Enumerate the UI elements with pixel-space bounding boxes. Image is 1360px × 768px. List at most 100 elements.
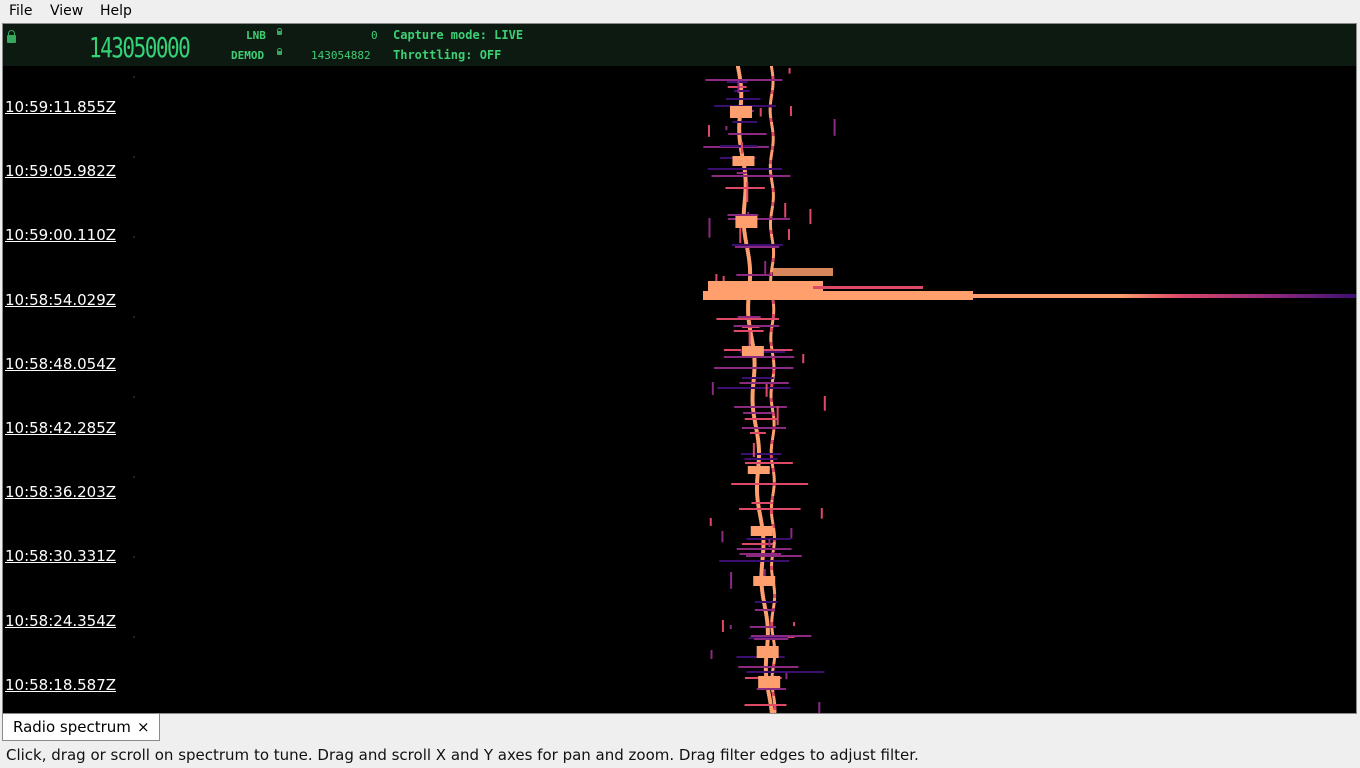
- signal-trace: [772, 430, 776, 432]
- signal-spur: [785, 673, 788, 680]
- time-axis-label[interactable]: 10:58:18.587Z: [5, 676, 116, 694]
- signal-trace: [770, 674, 774, 676]
- signal-trace: [745, 250, 750, 252]
- close-icon[interactable]: ×: [137, 718, 150, 736]
- signal-trace: [743, 180, 748, 182]
- signal-trace: [769, 102, 773, 104]
- signal-trace: [737, 74, 742, 76]
- signal-trace: [752, 420, 757, 422]
- signal-trace: [763, 664, 768, 666]
- signal-spur: [765, 384, 768, 397]
- signal-trace: [742, 228, 747, 230]
- signal-spur: [711, 175, 791, 177]
- signal-trace: [772, 314, 776, 316]
- signal-trace: [771, 194, 775, 196]
- waterfall-display[interactable]: 10:59:11.855Z 10:59:05.982Z 10:59:00.110Z 1…: [3, 66, 1356, 713]
- signal-trace: [772, 362, 776, 364]
- signal-trace: [740, 154, 745, 156]
- signal-spur: [734, 246, 780, 248]
- lock-icon[interactable]: [7, 30, 16, 43]
- signal-trace: [739, 96, 744, 98]
- waterfall-canvas[interactable]: [3, 66, 1356, 713]
- signal-trace: [773, 708, 777, 710]
- signal-trace: [759, 572, 764, 574]
- tab-radio-spectrum[interactable]: Radio spectrum ×: [2, 714, 160, 741]
- main-frequency-display[interactable]: 143050000: [89, 33, 191, 63]
- signal-trace: [770, 630, 774, 632]
- signal-trace: [741, 212, 746, 214]
- time-axis-label[interactable]: 10:58:30.331Z: [5, 547, 116, 565]
- lnb-lock-icon[interactable]: [277, 28, 282, 35]
- signal-trace: [772, 308, 776, 310]
- signal-trace: [770, 460, 774, 462]
- demod-lock-icon[interactable]: [277, 48, 282, 55]
- signal-trace: [757, 510, 762, 512]
- lnb-value[interactable]: 0: [371, 29, 378, 42]
- signal-trace: [772, 660, 776, 662]
- signal-trace: [750, 396, 755, 398]
- signal-trace: [763, 668, 768, 670]
- signal-trace: [769, 214, 773, 216]
- signal-trace: [737, 126, 742, 128]
- signal-trace: [771, 192, 775, 194]
- signal-burst: [813, 286, 923, 289]
- signal-trace: [768, 108, 772, 110]
- signal-highlight: [758, 676, 781, 688]
- time-axis-label[interactable]: 10:59:11.855Z: [5, 98, 116, 116]
- signal-trace: [772, 546, 776, 548]
- signal-spur: [737, 80, 740, 94]
- signal-trace: [771, 190, 775, 192]
- signal-trace: [763, 662, 768, 664]
- signal-trace: [771, 374, 775, 376]
- time-axis-label[interactable]: 10:58:36.203Z: [5, 483, 116, 501]
- time-axis-label[interactable]: 10:58:24.354Z: [5, 612, 116, 630]
- signal-trace: [771, 320, 775, 322]
- signal-trace: [736, 66, 740, 68]
- signal-trace: [755, 438, 760, 440]
- time-axis-label[interactable]: 10:58:54.029Z: [5, 291, 116, 309]
- signal-trace: [771, 198, 775, 200]
- signal-trace: [772, 360, 776, 362]
- signal-trace: [769, 228, 773, 230]
- signal-trace: [748, 272, 753, 274]
- signal-trace: [746, 256, 751, 258]
- signal-highlight: [741, 346, 764, 356]
- time-axis-label[interactable]: 10:59:05.982Z: [5, 162, 116, 180]
- demod-value[interactable]: 143054882: [311, 49, 371, 62]
- signal-trace: [771, 612, 775, 614]
- signal-trace: [756, 448, 761, 450]
- time-axis-label[interactable]: 10:58:48.054Z: [5, 355, 116, 373]
- signal-trace: [750, 398, 755, 400]
- signal-spur: [725, 98, 761, 100]
- time-axis-label[interactable]: 10:58:42.285Z: [5, 419, 116, 437]
- tab-bar: Radio spectrum ×: [0, 714, 1360, 742]
- signal-trace: [772, 644, 776, 646]
- signal-burst: [963, 294, 1356, 298]
- menu-help[interactable]: Help: [100, 2, 132, 20]
- signal-trace: [767, 694, 772, 696]
- signal-trace: [758, 518, 763, 520]
- signal-trace: [748, 270, 753, 272]
- signal-spur: [752, 443, 755, 458]
- menu-view[interactable]: View: [50, 2, 83, 20]
- signal-trace: [771, 86, 775, 88]
- time-axis-label[interactable]: 10:59:00.110Z: [5, 226, 116, 244]
- signal-trace: [736, 68, 741, 70]
- signal-trace: [737, 130, 742, 132]
- signal-trace: [767, 698, 772, 700]
- signal-spur: [714, 367, 794, 369]
- menu-file[interactable]: File: [9, 2, 32, 20]
- signal-trace: [772, 478, 776, 480]
- signal-trace: [770, 504, 774, 506]
- signal-trace: [754, 486, 759, 488]
- signal-trace: [737, 136, 742, 138]
- signal-trace: [772, 698, 776, 700]
- signal-trace: [771, 668, 775, 670]
- signal-trace: [754, 430, 759, 432]
- signal-trace: [771, 432, 775, 434]
- signal-trace: [770, 384, 774, 386]
- signal-trace: [770, 124, 774, 126]
- signal-trace: [752, 360, 757, 362]
- signal-trace: [756, 456, 761, 458]
- signal-trace: [770, 516, 774, 518]
